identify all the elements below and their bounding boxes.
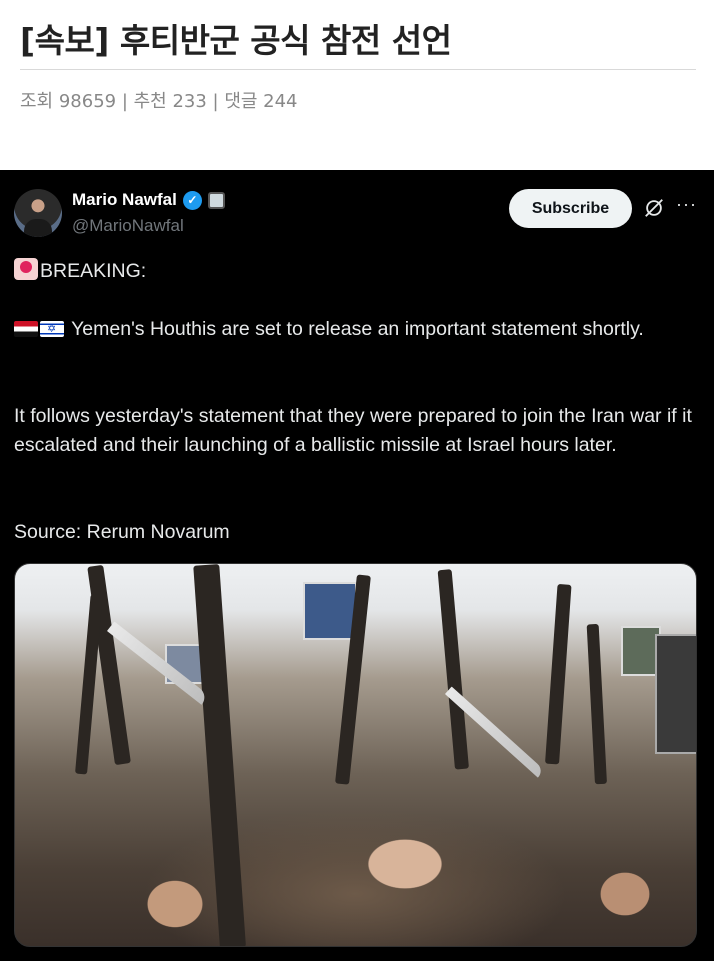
verified-check-icon: ✓ — [182, 190, 202, 210]
post-stats: 조회 98659 | 추천 233 | 댓글 244 — [20, 91, 298, 112]
tweet-source: Source: Rerum Novarum — [14, 521, 230, 543]
yemen-flag-icon — [14, 321, 38, 337]
more-horizontal-icon[interactable]: ··· — [676, 194, 697, 215]
tweet-paragraph-2: It follows yesterday's statement that th… — [14, 405, 692, 456]
author-handle[interactable]: @MarioNawfal — [72, 216, 184, 236]
post-title: [속보] 후티반군 공식 참전 선언 — [20, 0, 696, 70]
tweet-line-1: Yemen's Houthis are set to release an im… — [71, 318, 644, 340]
photo-poster — [303, 582, 357, 640]
subscribe-button[interactable]: Subscribe — [509, 189, 632, 228]
photo-rifle — [437, 569, 469, 770]
embedded-tweet[interactable]: Mario Nawfal ✓ @MarioNawfal Subscribe ··… — [0, 170, 714, 961]
tweet-paragraph-1: Yemen's Houthis are set to release an im… — [14, 315, 704, 344]
avatar[interactable] — [14, 189, 62, 237]
photo-rifle — [586, 623, 607, 785]
photo-rifle — [193, 564, 246, 946]
tweet-breaking-line: BREAKING: — [14, 257, 704, 286]
grok-icon[interactable] — [643, 197, 665, 219]
israel-flag-icon — [40, 321, 64, 337]
post-header: [속보] 후티반군 공식 참전 선언 조회 98659 | 추천 233 | 댓… — [20, 0, 696, 113]
tweet-photo[interactable] — [14, 563, 697, 947]
siren-emoji-icon — [14, 258, 38, 280]
photo-rifle — [545, 583, 572, 765]
photo-rifle — [75, 594, 103, 775]
breaking-label: BREAKING: — [40, 260, 147, 282]
photo-poster — [655, 634, 696, 754]
affiliate-badge-icon[interactable] — [207, 191, 225, 209]
author-name-row: Mario Nawfal ✓ — [72, 190, 225, 210]
author-display-name[interactable]: Mario Nawfal — [72, 190, 177, 210]
